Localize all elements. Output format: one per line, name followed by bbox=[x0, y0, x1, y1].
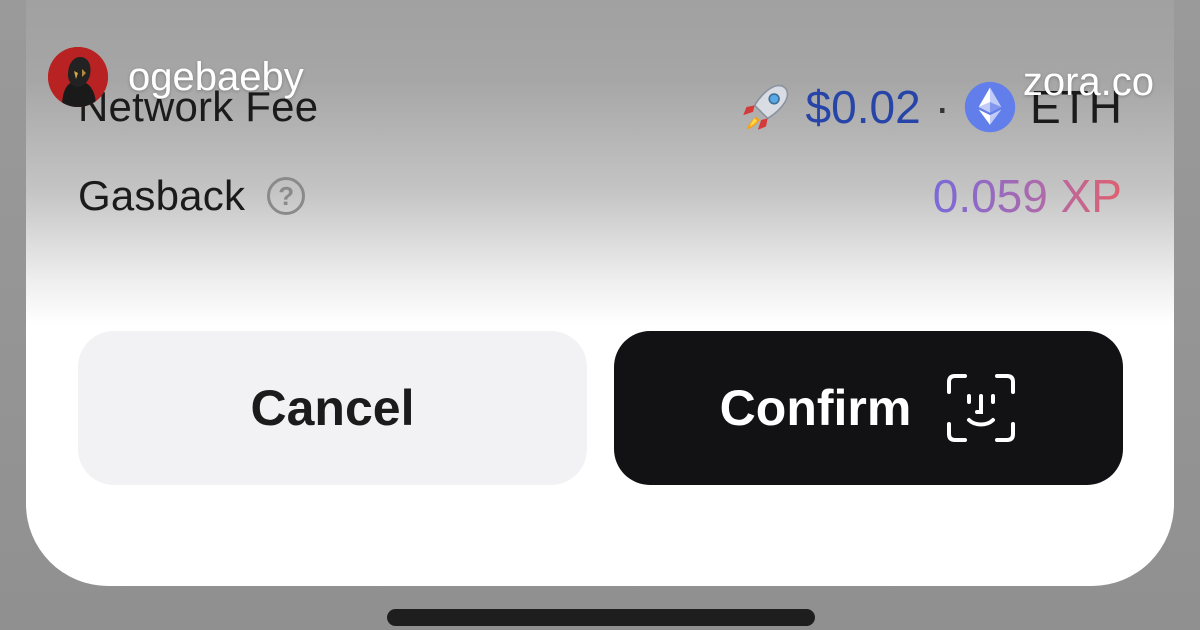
profile-avatar bbox=[48, 47, 108, 107]
gasback-value: 0.059 XP bbox=[932, 170, 1122, 222]
confirm-button[interactable]: Confirm bbox=[614, 331, 1123, 485]
separator-dot: · bbox=[934, 81, 950, 133]
ethereum-icon bbox=[964, 81, 1016, 133]
source-domain: zora.co bbox=[1022, 60, 1154, 104]
confirm-button-label: Confirm bbox=[719, 380, 912, 436]
gasback-row: Gasback ? 0.059 XP bbox=[78, 166, 1122, 226]
username: ogebaeby bbox=[128, 54, 304, 99]
cancel-button[interactable]: Cancel bbox=[78, 331, 587, 485]
home-indicator bbox=[387, 609, 815, 626]
cancel-button-label: Cancel bbox=[250, 380, 415, 436]
gasback-label: Gasback bbox=[78, 172, 246, 219]
network-fee-usd: $0.02 bbox=[805, 81, 921, 133]
author-badge: ogebaeby bbox=[48, 47, 304, 107]
face-id-icon bbox=[947, 374, 1016, 442]
question-circle-icon[interactable]: ? bbox=[267, 177, 306, 215]
rocket-icon bbox=[742, 84, 788, 130]
gasback-label-group: Gasback ? bbox=[78, 172, 306, 220]
